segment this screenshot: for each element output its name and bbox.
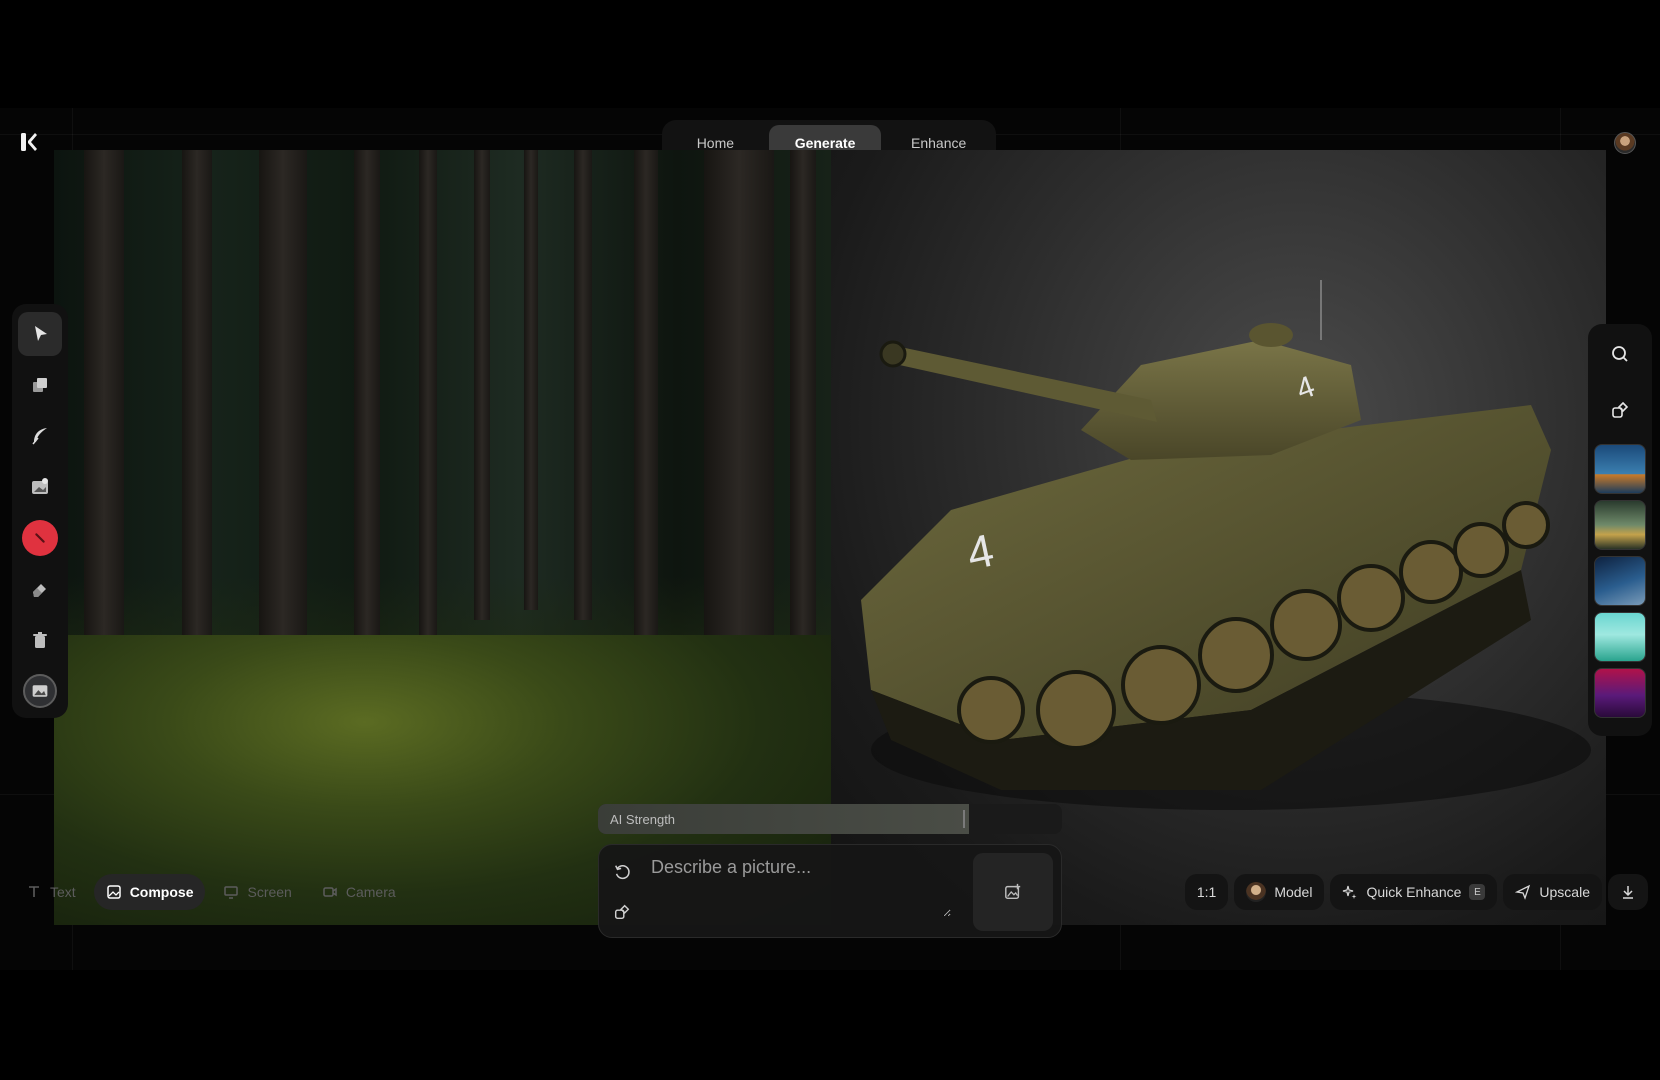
add-image-icon <box>1005 883 1021 900</box>
mode-screen-label: Screen <box>247 884 292 900</box>
tree-trunk <box>574 150 592 620</box>
ai-strength-label: AI Strength <box>610 812 676 827</box>
mode-compose-label: Compose <box>129 884 194 900</box>
tree-trunk <box>634 150 658 650</box>
upscale-button[interactable]: Upscale <box>1503 874 1602 910</box>
tree-trunk <box>182 150 212 670</box>
send-icon <box>1515 884 1531 900</box>
tree-trunk <box>524 150 538 610</box>
search-icon <box>1612 346 1628 362</box>
ai-strength-handle[interactable] <box>963 810 966 828</box>
shortcut-key: E <box>1469 884 1486 900</box>
tree-trunk <box>790 150 816 670</box>
video-camera-icon <box>323 887 337 897</box>
image-icon <box>106 885 121 899</box>
action-bar: 1:1 Model Quick Enhance E Upscale <box>1184 874 1648 910</box>
app-window: Home Generate Enhance 4 4 AI Strength De… <box>0 108 1660 970</box>
shapes-icon <box>614 904 630 920</box>
monitor-icon <box>224 886 239 899</box>
right-panel <box>1588 324 1652 736</box>
history-thumbnail[interactable] <box>1594 612 1646 662</box>
mode-switcher: Text Compose Screen Camera <box>14 874 408 910</box>
mode-screen[interactable]: Screen <box>211 874 303 910</box>
download-button[interactable] <box>1608 874 1648 910</box>
cursor-icon <box>35 326 47 341</box>
tree-trunk <box>84 150 124 690</box>
shapes-button[interactable] <box>1598 388 1642 432</box>
layers-icon <box>33 378 47 392</box>
model-avatar <box>1246 882 1267 902</box>
select-tool-button[interactable] <box>18 312 62 356</box>
history-thumbnail[interactable] <box>1594 500 1646 550</box>
aspect-ratio-label: 1:1 <box>1196 884 1217 900</box>
upscale-label: Upscale <box>1539 884 1590 900</box>
mode-text-label: Text <box>50 884 76 900</box>
tree-trunk <box>419 150 437 640</box>
prompt-box <box>598 844 1062 938</box>
delete-tool-button[interactable] <box>18 618 62 662</box>
mode-compose[interactable]: Compose <box>93 874 206 910</box>
aspect-ratio-button[interactable]: 1:1 <box>1184 874 1229 910</box>
layers-tool-button[interactable] <box>18 363 62 407</box>
history-thumbnail[interactable] <box>1594 668 1646 718</box>
prompt-input[interactable] <box>651 857 951 917</box>
trash-icon <box>33 632 47 648</box>
picture-icon <box>32 685 48 697</box>
history-thumbnail[interactable] <box>1594 444 1646 494</box>
add-image-button[interactable] <box>973 853 1053 931</box>
text-icon <box>29 886 39 897</box>
sparkle-icon <box>1343 885 1357 899</box>
color-swatch <box>22 520 58 556</box>
reset-button[interactable] <box>605 855 639 889</box>
quick-enhance-button[interactable]: Quick Enhance E <box>1330 874 1498 910</box>
shapes-icon <box>1612 401 1629 418</box>
model-label: Model <box>1274 884 1313 900</box>
tree-trunk <box>474 150 490 620</box>
tree-trunk <box>354 150 380 650</box>
ai-strength-slider[interactable]: AI Strength <box>598 804 1062 834</box>
mode-camera[interactable]: Camera <box>310 874 408 910</box>
user-avatar[interactable] <box>1614 132 1636 154</box>
quick-enhance-label: Quick Enhance <box>1366 884 1462 900</box>
color-tool-button[interactable] <box>18 516 62 560</box>
left-toolbar <box>12 304 68 718</box>
tree-trunk <box>259 150 307 670</box>
model-button[interactable]: Model <box>1234 874 1325 910</box>
image-icon <box>32 478 48 494</box>
eraser-icon <box>33 584 46 597</box>
image-tool-button[interactable] <box>18 465 62 509</box>
history-thumbnail[interactable] <box>1594 556 1646 606</box>
app-logo[interactable] <box>20 132 38 152</box>
mode-camera-label: Camera <box>345 884 396 900</box>
tree-trunk <box>704 150 774 710</box>
feather-icon <box>32 428 47 445</box>
mode-text[interactable]: Text <box>14 874 88 910</box>
eraser-tool-button[interactable] <box>18 567 62 611</box>
background-thumbnail <box>23 674 57 708</box>
search-button[interactable] <box>1598 332 1642 376</box>
pencil-icon <box>35 533 45 543</box>
brush-tool-button[interactable] <box>18 414 62 458</box>
background-tool-button[interactable] <box>18 669 62 713</box>
download-icon <box>1623 886 1633 899</box>
shapes-prompt-button[interactable] <box>605 895 639 929</box>
refresh-icon <box>615 864 630 880</box>
